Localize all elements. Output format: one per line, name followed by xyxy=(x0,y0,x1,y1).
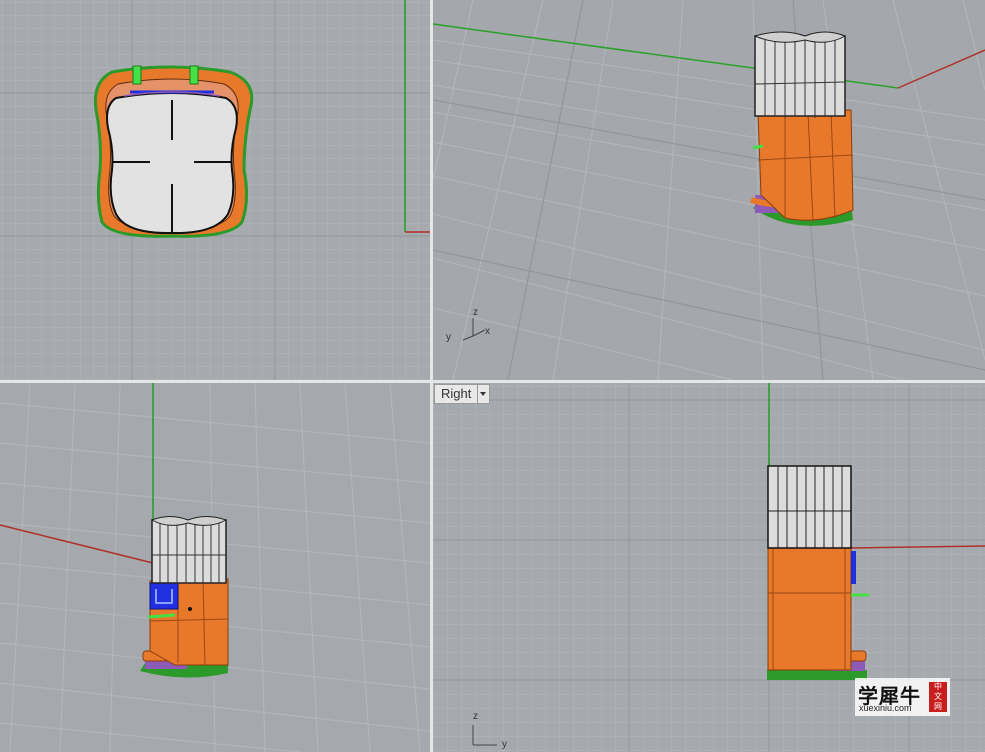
model-top-outline xyxy=(93,65,254,238)
axis-label-x: x xyxy=(485,326,490,337)
viewport-splitter-vertical[interactable] xyxy=(430,0,433,752)
viewport-perspective[interactable]: z y x xyxy=(433,0,985,380)
axis-label-z: z xyxy=(473,711,478,722)
viewport-title-right[interactable]: Right xyxy=(434,384,491,404)
viewport-front[interactable] xyxy=(0,383,430,752)
viewport-title-label: Right xyxy=(441,386,472,401)
axis-label-z: z xyxy=(473,307,478,318)
perspective-view-scene xyxy=(433,0,985,380)
model-front xyxy=(140,516,229,678)
axis-label-y: y xyxy=(446,332,451,343)
watermark-url: xuexiniu.com xyxy=(859,703,912,713)
top-view-scene xyxy=(0,0,430,380)
front-view-scene xyxy=(0,383,430,752)
dropdown-arrow-icon[interactable] xyxy=(477,385,489,403)
site-watermark: 学犀牛 xuexiniu.com 中 文 网 xyxy=(855,678,950,716)
watermark-seal: 中 文 网 xyxy=(929,682,947,712)
seal-char: 文 xyxy=(934,692,942,701)
model-perspective xyxy=(750,31,854,226)
axis-label-y: y xyxy=(502,739,507,750)
viewport-splitter-horizontal[interactable] xyxy=(0,380,985,383)
seal-char: 中 xyxy=(934,682,942,691)
seal-char: 网 xyxy=(934,702,942,711)
viewport-top[interactable] xyxy=(0,0,430,380)
